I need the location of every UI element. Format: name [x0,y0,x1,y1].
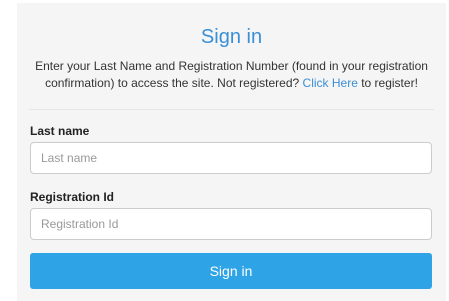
registration-id-label: Registration Id [30,190,115,204]
last-name-input[interactable] [30,142,432,174]
page-title: Sign in [200,26,263,48]
sign-in-instructions: Enter your Last Name and Registration Nu… [27,58,436,92]
sign-in-button[interactable]: Sign in [30,253,432,289]
registration-id-input[interactable] [30,208,432,240]
last-name-label: Last name [30,124,90,138]
sign-in-panel: Sign in Enter your Last Name and Registr… [17,3,446,301]
instructions-suffix: to register! [357,76,418,90]
register-link[interactable]: Click Here [303,76,358,90]
divider [29,109,434,110]
